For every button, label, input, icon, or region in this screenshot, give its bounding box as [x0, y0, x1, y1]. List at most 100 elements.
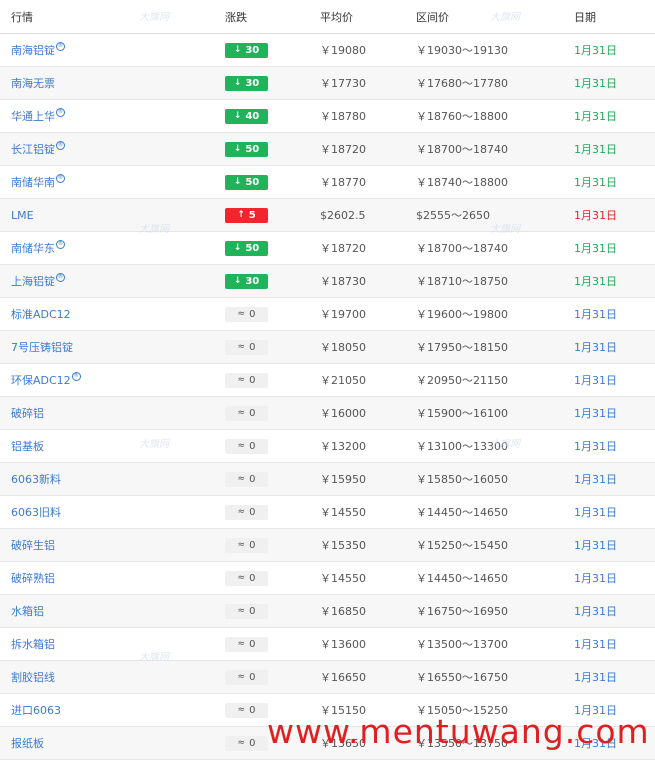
- table-row[interactable]: 长江铝锭 ® ↓ 50 ￥18720 ￥18700～18740 1月31日: [0, 133, 655, 166]
- product-link[interactable]: 破碎铝: [11, 405, 44, 421]
- flat-icon: ≈: [237, 606, 246, 616]
- row-change-cell: ↓ 50: [225, 166, 268, 198]
- product-link[interactable]: 破碎生铝: [11, 537, 55, 553]
- range-price: ￥18760～18800: [416, 110, 508, 123]
- row-change-cell: ≈0: [225, 661, 268, 693]
- product-link[interactable]: 标准ADC12: [11, 306, 71, 322]
- avg-price: ￥18050: [320, 341, 366, 354]
- table-row[interactable]: 上海铝锭 ® ↓ 30 ￥18730 ￥18710～18750 1月31日: [0, 265, 655, 298]
- table-row[interactable]: 南海铝锭 ® ↓ 30 ￥19080 ￥19030～19130 1月31日: [0, 34, 655, 67]
- row-change-cell: ≈0: [225, 694, 268, 726]
- change-badge: ≈0: [225, 735, 268, 751]
- row-name-cell: 水箱铝: [11, 595, 44, 627]
- table-row[interactable]: 南海无票 ↓ 30 ￥17730 ￥17680～17780 1月31日: [0, 67, 655, 100]
- flat-icon: ≈: [237, 474, 246, 484]
- product-link[interactable]: 进口6063: [11, 702, 61, 718]
- product-link[interactable]: 南储华南: [11, 174, 55, 190]
- row-change-cell: ≈0: [225, 430, 268, 462]
- range-price: ￥18740～18800: [416, 176, 508, 189]
- product-link[interactable]: 7号压铸铝锭: [11, 339, 73, 355]
- change-badge: ↓ 30: [225, 75, 268, 91]
- change-value: 5: [248, 209, 256, 221]
- product-link[interactable]: 拆水箱铝: [11, 636, 55, 652]
- table-row[interactable]: 破碎铝 ≈0 ￥16000 ￥15900～16100 1月31日: [0, 397, 655, 430]
- row-change-cell: ↓ 40: [225, 100, 268, 132]
- row-change-cell: ↓ 30: [225, 265, 268, 297]
- quote-date: 1月31日: [574, 440, 617, 453]
- row-name-cell: 7号压铸铝锭: [11, 331, 73, 363]
- product-link[interactable]: 上海铝锭: [11, 273, 55, 289]
- registered-mark-icon: ®: [56, 239, 65, 249]
- product-link[interactable]: 环保ADC12: [11, 372, 71, 388]
- table-row[interactable]: 水箱铝 ≈0 ￥16850 ￥16750～16950 1月31日: [0, 595, 655, 628]
- row-change-cell: ↓ 30: [225, 34, 268, 66]
- table-row[interactable]: 破碎熟铝 ≈0 ￥14550 ￥14450～14650 1月31日: [0, 562, 655, 595]
- row-change-cell: ≈0: [225, 595, 268, 627]
- change-value: 0: [249, 737, 256, 749]
- header-date: 日期: [574, 10, 596, 24]
- product-link[interactable]: 水箱铝: [11, 603, 44, 619]
- product-link[interactable]: 6063新料: [11, 471, 61, 487]
- product-link[interactable]: 报纸板: [11, 735, 44, 751]
- quote-date: 1月31日: [574, 473, 617, 486]
- product-link[interactable]: 割胶铝线: [11, 669, 55, 685]
- product-link[interactable]: 铝基板: [11, 438, 44, 454]
- row-change-cell: ≈0: [225, 364, 268, 396]
- product-link[interactable]: 长江铝锭: [11, 141, 55, 157]
- row-name-cell: 南储华东 ®: [11, 232, 65, 264]
- product-link[interactable]: 6063旧料: [11, 504, 61, 520]
- product-link[interactable]: 南海铝锭: [11, 42, 55, 58]
- row-change-cell: ≈0: [225, 331, 268, 363]
- change-badge: ≈0: [225, 603, 268, 619]
- avg-price: ￥18730: [320, 275, 366, 288]
- table-row[interactable]: 6063旧料 ≈0 ￥14550 ￥14450～14650 1月31日: [0, 496, 655, 529]
- registered-mark-icon: ®: [71, 371, 81, 381]
- range-price: ￥13500～13700: [416, 638, 508, 651]
- change-value: 50: [245, 176, 260, 188]
- watermark: 大旗网: [139, 12, 169, 23]
- table-row[interactable]: 铝基板 ≈0 ￥13200 ￥13100～13300 1月31日: [0, 430, 655, 463]
- flat-icon: ≈: [237, 705, 246, 715]
- product-link[interactable]: 华通上华: [11, 108, 55, 124]
- table-row[interactable]: 拆水箱铝 ≈0 ￥13600 ￥13500～13700 1月31日: [0, 628, 655, 661]
- table-row[interactable]: 南储华南 ® ↓ 50 ￥18770 ￥18740～18800 1月31日: [0, 166, 655, 199]
- change-value: 0: [249, 572, 256, 584]
- avg-price: ￥18780: [320, 110, 366, 123]
- change-value: 0: [249, 539, 256, 551]
- row-change-cell: ≈0: [225, 463, 268, 495]
- product-link[interactable]: 南储华东: [11, 240, 55, 256]
- change-badge: ≈0: [225, 570, 268, 586]
- change-value: 40: [245, 110, 260, 122]
- avg-price: ￥14550: [320, 506, 366, 519]
- flat-icon: ≈: [237, 441, 246, 451]
- quote-date: 1月31日: [574, 539, 617, 552]
- change-badge: ↓ 30: [225, 42, 268, 58]
- table-row[interactable]: 7号压铸铝锭 ≈0 ￥18050 ￥17950～18150 1月31日: [0, 331, 655, 364]
- table-row[interactable]: 6063新料 ≈0 ￥15950 ￥15850～16050 1月31日: [0, 463, 655, 496]
- product-link[interactable]: 南海无票: [11, 75, 55, 91]
- change-value: 30: [245, 44, 260, 56]
- product-link[interactable]: 破碎熟铝: [11, 570, 55, 586]
- row-name-cell: 拆水箱铝: [11, 628, 55, 660]
- quote-date: 1月31日: [574, 407, 617, 420]
- table-row[interactable]: 环保ADC12 ® ≈0 ￥21050 ￥20950～21150 1月31日: [0, 364, 655, 397]
- table-row[interactable]: 南储华东 ® ↓ 50 ￥18720 ￥18700～18740 1月31日: [0, 232, 655, 265]
- change-value: 0: [249, 308, 256, 320]
- header-avg: 平均价: [320, 10, 353, 24]
- change-badge: ≈0: [225, 537, 268, 553]
- table-row[interactable]: LME ↑ 5 $2602.5 $2555～2650 1月31日: [0, 199, 655, 232]
- change-value: 0: [249, 506, 256, 518]
- table-row[interactable]: 割胶铝线 ≈0 ￥16650 ￥16550～16750 1月31日: [0, 661, 655, 694]
- change-badge: ↓ 50: [225, 174, 268, 190]
- product-link[interactable]: LME: [11, 209, 34, 222]
- table-row[interactable]: 标准ADC12 ≈0 ￥19700 ￥19600～19800 1月31日: [0, 298, 655, 331]
- quote-date: 1月31日: [574, 605, 617, 618]
- table-row[interactable]: 华通上华 ® ↓ 40 ￥18780 ￥18760～18800 1月31日: [0, 100, 655, 133]
- range-price: ￥18700～18740: [416, 242, 508, 255]
- avg-price: ￥13200: [320, 440, 366, 453]
- table-row[interactable]: 破碎生铝 ≈0 ￥15350 ￥15250～15450 1月31日: [0, 529, 655, 562]
- quote-date: 1月31日: [574, 671, 617, 684]
- registered-mark-icon: ®: [56, 41, 65, 51]
- avg-price: ￥21050: [320, 374, 366, 387]
- registered-mark-icon: ®: [56, 173, 65, 183]
